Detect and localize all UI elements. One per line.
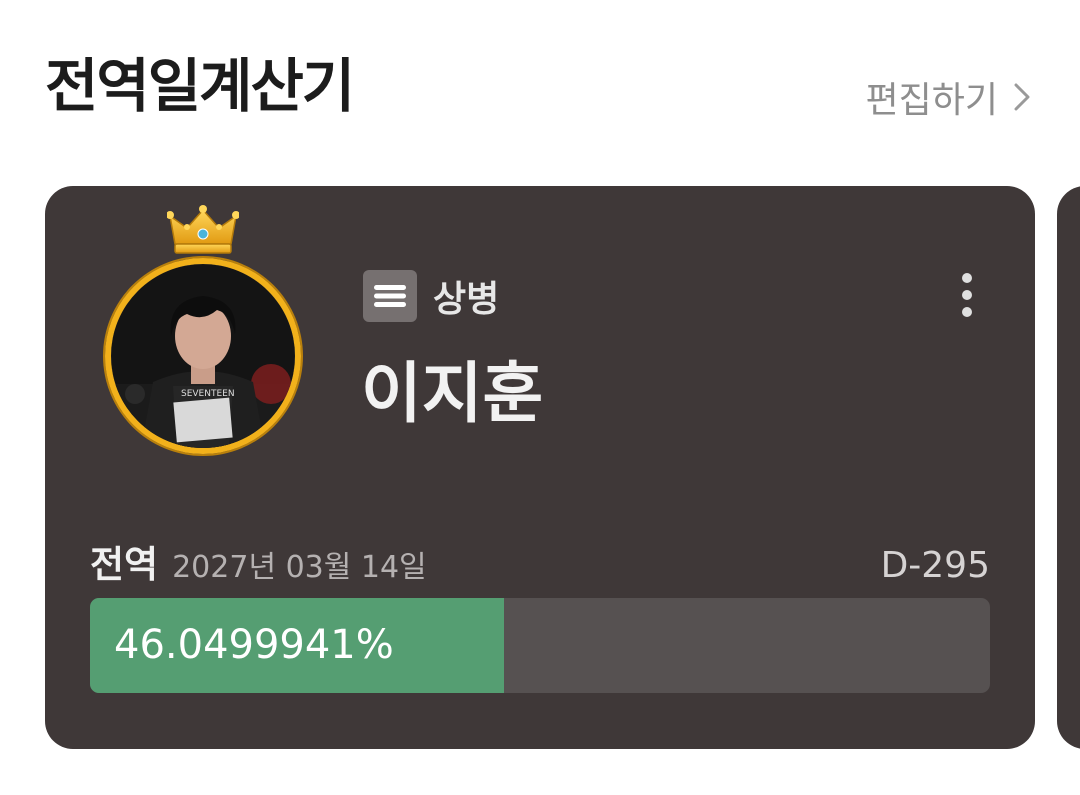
discharge-info-row: 전역 2027년 03월 14일 D-295 [90,534,990,586]
progress-percent: 46.0499941% [114,622,394,668]
menu-lines-icon [363,270,417,322]
rank-label: 상병 [433,279,500,320]
person-name: 이지훈 [361,355,544,432]
discharge-card[interactable]: SEVENTEEN 상병 이지훈 전역 2027년 03월 14일 D-295 … [45,186,1035,749]
discharge-date: 2027년 03월 14일 [172,550,427,585]
edit-label: 편집하기 [865,80,998,121]
avatar-photo: SEVENTEEN [111,264,295,448]
avatar[interactable]: SEVENTEEN [105,258,301,454]
more-options-button[interactable] [947,268,987,324]
rank-row: 상병 [363,270,499,322]
dday-counter: D-295 [880,545,990,586]
crown-icon [167,205,239,254]
discharge-label: 전역 [90,543,159,586]
avatar-badge-text: SEVENTEEN [181,389,235,399]
profile-avatar-group: SEVENTEEN [105,204,301,454]
next-card-peek[interactable] [1057,186,1080,749]
page-title: 전역일계산기 [45,52,355,120]
edit-button[interactable]: 편집하기 [865,74,1032,121]
service-progress-bar: 46.0499941% [90,598,990,693]
chevron-right-icon [1014,83,1030,111]
more-vertical-icon [962,273,972,317]
